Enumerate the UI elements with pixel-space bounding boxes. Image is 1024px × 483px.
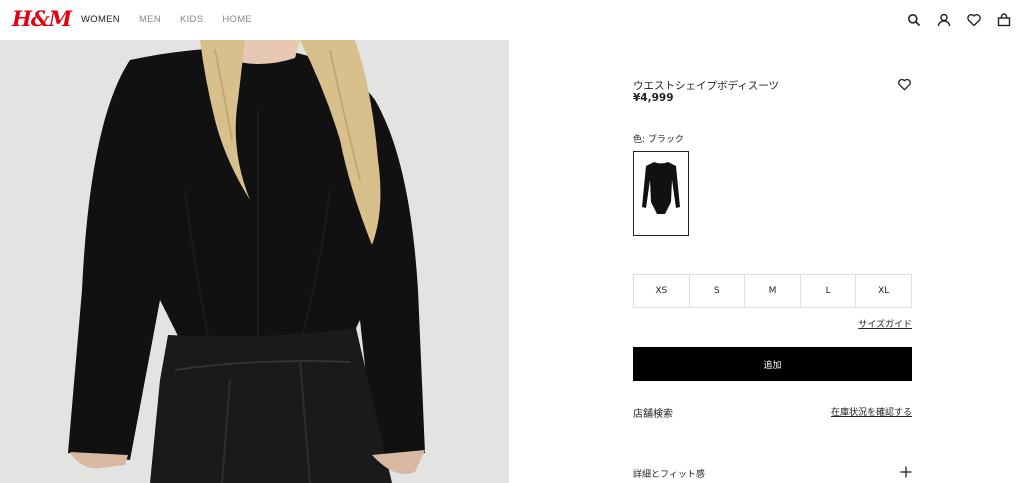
size-option-xl[interactable]: XL <box>856 275 911 307</box>
cart-icon[interactable] <box>996 12 1012 28</box>
nav-item-women[interactable]: WOMEN <box>81 14 120 25</box>
size-guide-link[interactable]: サイズガイド <box>858 317 912 330</box>
check-stock-link[interactable]: 在庫状況を確認する <box>831 405 912 418</box>
account-icon[interactable] <box>936 12 952 28</box>
main-nav: WOMEN MEN KIDS HOME <box>81 14 252 25</box>
details-fit-label[interactable]: 詳細とフィット感 <box>633 467 705 480</box>
hm-logo[interactable]: H&M <box>12 7 72 31</box>
favorites-icon[interactable] <box>966 12 982 28</box>
product-title: ウエストシェイプボディスーツ <box>633 80 780 92</box>
add-to-cart-button[interactable]: 追加 <box>633 347 912 381</box>
color-swatch-black[interactable] <box>633 151 689 236</box>
size-option-l[interactable]: L <box>801 275 857 307</box>
nav-item-men[interactable]: MEN <box>139 14 161 25</box>
product-image[interactable] <box>0 40 509 483</box>
nav-item-home[interactable]: HOME <box>222 14 252 25</box>
nav-item-kids[interactable]: KIDS <box>180 14 203 25</box>
color-label: 色: ブラック <box>633 135 684 145</box>
search-icon[interactable] <box>906 12 922 28</box>
size-option-xs[interactable]: XS <box>634 275 690 307</box>
store-search-label: 店舗検索 <box>633 409 673 420</box>
site-header: H&M WOMEN MEN KIDS HOME <box>0 0 1024 40</box>
size-selector: XS S M L XL <box>633 274 912 308</box>
size-option-s[interactable]: S <box>690 275 746 307</box>
header-icons <box>906 12 1012 28</box>
product-price: ¥4,999 <box>633 92 674 104</box>
add-to-favorites-icon[interactable] <box>897 77 912 92</box>
size-option-m[interactable]: M <box>745 275 801 307</box>
expand-plus-icon[interactable] <box>900 466 912 478</box>
